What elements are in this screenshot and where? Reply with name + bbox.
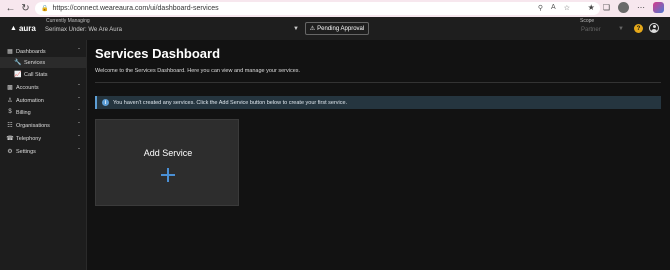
- sidebar-item-dashboards[interactable]: ▦ Dashboards ˆ: [0, 46, 86, 57]
- reload-icon[interactable]: ↻: [19, 2, 32, 15]
- chevron-down-icon: ˇ: [78, 109, 80, 116]
- copilot-icon[interactable]: [653, 2, 664, 13]
- sidebar-item-organisations[interactable]: ☷ Organisations ˇ: [0, 120, 86, 131]
- sidebar-item-settings[interactable]: ⚙ Settings ˇ: [0, 146, 86, 157]
- chevron-down-icon: ˇ: [78, 97, 80, 104]
- url-text: https://connect.weareaura.com/ui/dashboa…: [52, 5, 219, 12]
- dollar-icon: $: [8, 109, 12, 115]
- org-icon: ☷: [7, 122, 13, 129]
- address-bar-actions: ⚲ A ☆: [538, 4, 570, 12]
- sidebar-item-services[interactable]: 🔧 Services: [0, 57, 86, 68]
- browser-toolbar: ← ↻ 🔒 https://connect.weareaura.com/ui/d…: [0, 0, 670, 17]
- profile-avatar[interactable]: [618, 2, 629, 13]
- card-icon: ▩: [7, 84, 13, 91]
- scope-select[interactable]: Partner ▼: [578, 24, 627, 36]
- sidebar: ▦ Dashboards ˆ 🔧 Services 📈 Call Stats ▩…: [0, 40, 87, 270]
- gear-icon: ⚙: [7, 148, 13, 155]
- logo-mark-icon: ▲: [10, 25, 17, 32]
- phone-icon: ☎: [6, 135, 14, 142]
- app-header: ▲ aura Currently Managing Serimax Under:…: [0, 17, 670, 40]
- help-icon[interactable]: ?: [634, 24, 643, 33]
- chevron-down-icon: ▼: [293, 26, 299, 32]
- sidebar-item-accounts[interactable]: ▩ Accounts ˇ: [0, 82, 86, 93]
- person-icon: ♙: [7, 97, 13, 104]
- page-title: Services Dashboard: [95, 46, 221, 61]
- collections-icon[interactable]: ❏: [603, 3, 610, 12]
- sidebar-item-call-stats[interactable]: 📈 Call Stats: [0, 69, 86, 80]
- chevron-down-icon: ˇ: [78, 148, 80, 155]
- chart-icon: 📈: [14, 71, 22, 78]
- sidebar-item-automation[interactable]: ♙ Automation ˇ: [0, 95, 86, 106]
- chevron-down-icon: ▼: [618, 26, 624, 32]
- pending-approval-button[interactable]: ⚠ Pending Approval: [305, 22, 369, 35]
- plus-icon: [161, 168, 175, 182]
- info-message: You haven't created any services. Click …: [113, 99, 348, 106]
- sidebar-item-telephony[interactable]: ☎ Telephony ˇ: [0, 133, 86, 144]
- wrench-icon: 🔧: [14, 59, 22, 66]
- favorite-star-icon[interactable]: ☆: [564, 4, 570, 12]
- warning-icon: ⚠: [309, 26, 316, 32]
- currently-managing-select[interactable]: Serimax Under: We Are Aura ▼: [44, 24, 301, 36]
- page-subtitle: Welcome to the Services Dashboard. Here …: [95, 68, 301, 74]
- info-banner: i You haven't created any services. Clic…: [95, 96, 661, 109]
- main-content: Services Dashboard Welcome to the Servic…: [88, 40, 670, 270]
- divider: [95, 82, 661, 83]
- chevron-down-icon: ˇ: [78, 135, 80, 142]
- chevron-down-icon: ˇ: [78, 122, 80, 129]
- more-menu-icon[interactable]: ⋯: [637, 3, 645, 12]
- app: ▲ aura Currently Managing Serimax Under:…: [0, 17, 670, 270]
- read-aloud-icon[interactable]: A: [551, 4, 556, 12]
- user-account-icon[interactable]: [649, 23, 659, 33]
- add-service-label: Add Service: [143, 148, 193, 158]
- favorites-icon[interactable]: ★: [588, 3, 595, 12]
- aura-logo[interactable]: ▲ aura: [10, 24, 36, 33]
- zoom-icon[interactable]: ⚲: [538, 4, 543, 12]
- add-service-card[interactable]: Add Service: [95, 119, 239, 206]
- sidebar-item-billing[interactable]: $ Billing ˇ: [0, 107, 86, 118]
- grid-icon: ▦: [7, 48, 13, 55]
- info-icon: i: [102, 99, 109, 106]
- chevron-down-icon: ˇ: [78, 84, 80, 91]
- browser-right-actions: ★ ❏ ⋯: [588, 2, 664, 13]
- address-bar[interactable]: 🔒 https://connect.weareaura.com/ui/dashb…: [35, 2, 600, 15]
- chevron-up-icon: ˆ: [78, 48, 80, 55]
- arrow-left-icon[interactable]: ←: [4, 2, 17, 15]
- lock-icon: 🔒: [41, 6, 49, 12]
